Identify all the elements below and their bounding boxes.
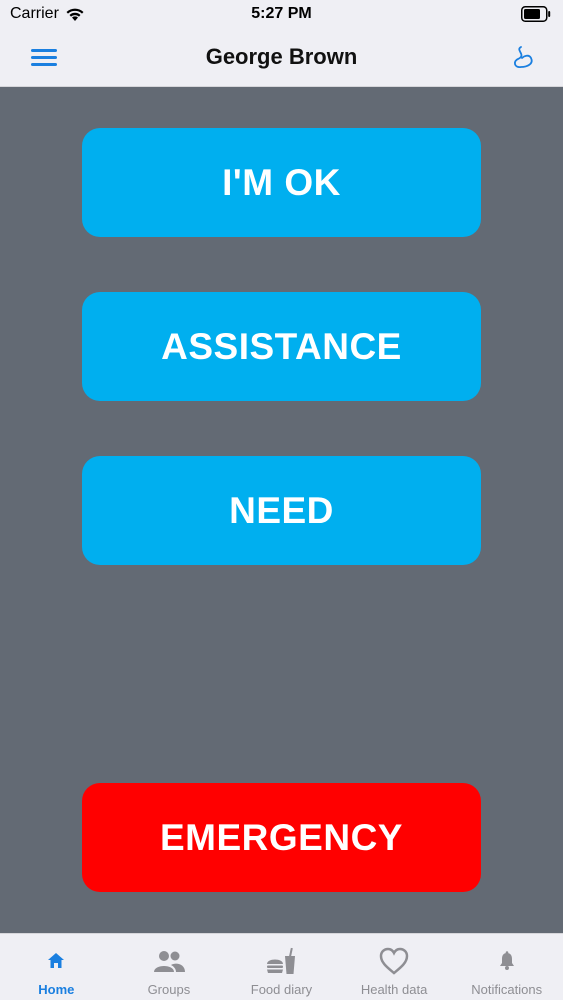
assistance-button[interactable]: ASSISTANCE: [82, 292, 481, 401]
main-content: I'M OK ASSISTANCE NEED EMERGENCY: [0, 87, 563, 933]
status-time: 5:27 PM: [251, 5, 312, 22]
status-bar: Carrier 5:27 PM: [0, 0, 563, 30]
groups-icon: [152, 944, 186, 978]
brand-logo-icon: [514, 46, 533, 68]
tab-label: Notifications: [471, 982, 543, 997]
heart-icon: [377, 944, 411, 978]
tab-notifications[interactable]: Notifications: [450, 934, 563, 1000]
emergency-button[interactable]: EMERGENCY: [82, 783, 481, 892]
food-icon: [264, 944, 298, 978]
tab-bar: Home Groups Food diary Health data Notif…: [0, 933, 563, 1000]
tab-label: Groups: [147, 982, 191, 997]
tab-label: Home: [38, 982, 75, 997]
im-ok-button[interactable]: I'M OK: [82, 128, 481, 237]
nav-bar: George Brown: [0, 30, 563, 87]
tab-health-data[interactable]: Health data: [338, 934, 451, 1000]
home-icon: [39, 944, 73, 978]
brand-logo-button[interactable]: [509, 42, 539, 72]
tab-home[interactable]: Home: [0, 934, 113, 1000]
need-button[interactable]: NEED: [82, 456, 481, 565]
tab-food-diary[interactable]: Food diary: [225, 934, 338, 1000]
tab-label: Food diary: [250, 982, 313, 997]
bell-icon: [490, 944, 524, 978]
tab-label: Health data: [360, 982, 428, 997]
battery-icon: [521, 6, 551, 22]
page-title: George Brown: [205, 44, 358, 69]
tab-groups[interactable]: Groups: [113, 934, 226, 1000]
